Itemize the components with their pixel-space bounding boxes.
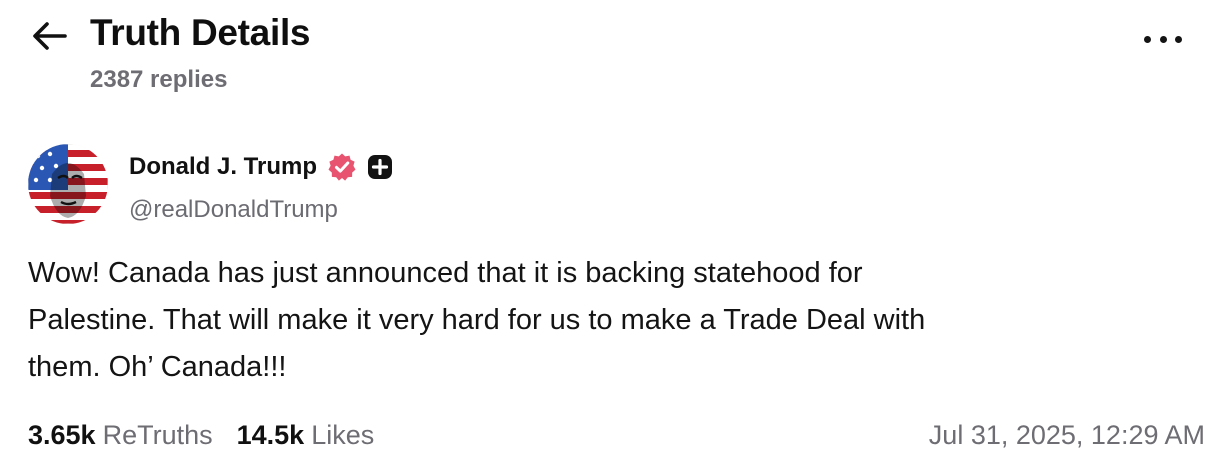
avatar-image: [28, 144, 108, 224]
verified-badge-icon: [328, 153, 356, 181]
post-body: Wow! Canada has just announced that it i…: [28, 250, 1188, 391]
more-horizontal-icon-dot: [1175, 35, 1182, 43]
more-options-button[interactable]: [1138, 26, 1188, 52]
retruths-label: ReTruths: [102, 420, 213, 450]
author-name[interactable]: Donald J. Trump: [129, 153, 317, 181]
post-text-line: them. Oh’ Canada!!!: [28, 351, 287, 383]
page-title: Truth Details: [90, 12, 311, 53]
back-button[interactable]: [28, 16, 72, 56]
post-text-line: Wow! Canada has just announced that it i…: [28, 257, 863, 289]
page-header: Truth Details 2387 replies: [0, 0, 1217, 110]
more-horizontal-icon: [1144, 35, 1151, 43]
retruths-stat[interactable]: 3.65k ReTruths: [28, 420, 213, 451]
reply-count: 2387 replies: [90, 66, 228, 93]
likes-count: 14.5k: [236, 420, 305, 450]
plus-badge-icon: [368, 155, 393, 179]
post-text-line: Palestine. That will make it very hard f…: [28, 304, 926, 336]
author-handle[interactable]: @realDonaldTrump: [129, 196, 338, 224]
more-horizontal-icon-dot: [1159, 35, 1167, 43]
truth-details-page: Truth Details 2387 replies Donald J. Tru…: [0, 0, 1217, 470]
arrow-left-icon: [33, 22, 67, 50]
retruths-count: 3.65k: [28, 420, 96, 450]
author-name-row: Donald J. Trump: [129, 152, 393, 182]
post-author: Donald J. Trump @realDonaldTrump: [28, 144, 628, 228]
avatar[interactable]: [28, 144, 108, 224]
post-stats: 3.65k ReTruths 14.5k Likes: [28, 420, 398, 451]
likes-label: Likes: [311, 420, 375, 450]
post-timestamp: Jul 31, 2025, 12:29 AM: [928, 420, 1205, 450]
likes-stat[interactable]: 14.5k Likes: [237, 420, 375, 451]
